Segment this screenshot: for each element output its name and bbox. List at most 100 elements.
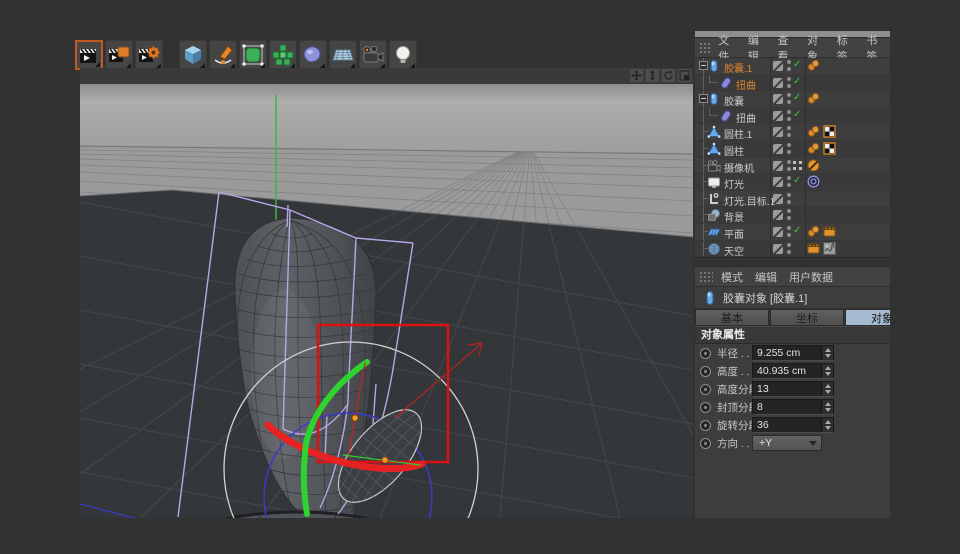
metaball-button[interactable]	[299, 40, 327, 70]
object-row-light[interactable]: 灯光 ✓	[695, 174, 890, 191]
object-row-bend1[interactable]: 扭曲 ✓	[695, 75, 890, 92]
layer-toggle-icon	[773, 144, 783, 154]
main-toolbar	[75, 38, 431, 71]
object-row-capsule1[interactable]: 胶囊.1 ✓	[695, 58, 890, 75]
phong-tag-icon[interactable]	[807, 142, 820, 155]
cap-segments-input[interactable]: 8	[752, 399, 834, 415]
object-row-bend[interactable]: 扭曲 ✓	[695, 108, 890, 125]
layer-toggle-icon	[773, 227, 783, 237]
subdivision-surface-button[interactable]	[239, 40, 267, 70]
radius-input[interactable]: 9.255 cm	[752, 345, 834, 361]
protection-tag-icon[interactable]	[807, 159, 820, 172]
object-row-cylinder[interactable]: 圆柱	[695, 141, 890, 158]
texture-tag-icon[interactable]	[823, 142, 836, 155]
object-properties-header[interactable]: 对象属性	[695, 326, 890, 344]
add-cube-button[interactable]	[179, 40, 207, 70]
tab-coordinates[interactable]: 坐标	[770, 309, 844, 326]
keyframe-circle-icon[interactable]	[700, 420, 711, 431]
height-segments-input[interactable]: 13	[752, 381, 834, 397]
tab-object[interactable]: 对象	[845, 309, 890, 326]
sky-backdrop	[80, 84, 693, 154]
render-view-icon	[78, 44, 100, 66]
camera-icon	[362, 44, 384, 66]
collapse-toggle[interactable]	[699, 61, 708, 70]
capsule-object-icon	[707, 59, 721, 73]
compositing-tag-icon[interactable]	[823, 225, 836, 238]
light-target-object-icon	[707, 192, 721, 206]
am-menu-mode[interactable]: 模式	[715, 269, 749, 285]
render-picture-viewer-icon	[108, 44, 130, 66]
panel-divider[interactable]	[695, 257, 890, 267]
rotation-segments-input[interactable]: 36	[752, 417, 834, 433]
keyframe-circle-icon[interactable]	[700, 348, 711, 359]
am-menu-userdata[interactable]: 用户数据	[783, 269, 839, 285]
object-row-light-target[interactable]: 灯光.目标.1	[695, 191, 890, 208]
field-orientation: 方向 . . . +Y	[695, 434, 890, 452]
render-settings-button[interactable]	[135, 40, 163, 70]
viewport-maximize-icon[interactable]	[678, 69, 691, 82]
stepper-arrows-icon[interactable]	[821, 382, 833, 396]
enabled-check-icon: ✓	[793, 92, 801, 103]
target-tag-icon[interactable]	[807, 175, 820, 188]
keyframe-circle-icon[interactable]	[700, 438, 711, 449]
layer-toggle-icon	[773, 94, 783, 104]
floor-button[interactable]	[329, 40, 357, 70]
cube-icon	[182, 44, 204, 66]
stepper-arrows-icon[interactable]	[821, 364, 833, 378]
phong-tag-icon[interactable]	[807, 225, 820, 238]
field-cap-segments: 封顶分段 8	[695, 398, 890, 416]
object-row-cylinder1[interactable]: 圆柱.1	[695, 124, 890, 141]
camera-button[interactable]	[359, 40, 387, 70]
array-generator-button[interactable]	[269, 40, 297, 70]
panel-grip-icon[interactable]	[699, 42, 710, 54]
compositing-tag-icon[interactable]	[807, 242, 820, 255]
background-object-icon	[707, 208, 721, 222]
keyframe-circle-icon[interactable]	[700, 384, 711, 395]
handle-dot-1[interactable]	[352, 415, 358, 421]
height-input[interactable]: 40.935 cm	[752, 363, 834, 379]
am-menu-edit[interactable]: 编辑	[749, 269, 783, 285]
viewport-pan-icon[interactable]	[630, 69, 643, 82]
tab-basic[interactable]: 基本	[695, 309, 769, 326]
keyframe-circle-icon[interactable]	[700, 366, 711, 377]
stepper-arrows-icon[interactable]	[821, 400, 833, 414]
enabled-check-icon: ✓	[793, 76, 801, 87]
layer-toggle-icon	[773, 127, 783, 137]
right-panel: 文件 编辑 查看 对象 标签 书签 胶囊.1 ✓ 扭曲	[695, 31, 890, 518]
orientation-dropdown[interactable]: +Y	[752, 435, 822, 451]
camera-object-icon	[707, 159, 721, 173]
viewport-canvas[interactable]	[80, 84, 693, 518]
object-row-camera[interactable]: 摄像机	[695, 158, 890, 175]
viewport-dolly-icon[interactable]	[646, 69, 659, 82]
sky-object-icon	[707, 242, 721, 256]
stepper-arrows-icon[interactable]	[821, 418, 833, 432]
keyframe-circle-icon[interactable]	[700, 402, 711, 413]
object-row-capsule[interactable]: 胶囊 ✓	[695, 91, 890, 108]
viewport-rotate-icon[interactable]	[662, 69, 675, 82]
phong-tag-icon[interactable]	[807, 125, 820, 138]
panel-grip-icon[interactable]	[699, 271, 713, 283]
layer-toggle-icon	[773, 210, 783, 220]
viewport-titlebar	[80, 68, 693, 84]
stepper-arrows-icon[interactable]	[821, 346, 833, 360]
phong-tag-icon[interactable]	[807, 92, 820, 105]
metaball-icon	[302, 44, 324, 66]
application-window: 文件 编辑 查看 对象 标签 书签 胶囊.1 ✓ 扭曲	[0, 0, 960, 554]
phong-tag-icon[interactable]	[807, 59, 820, 72]
object-row-sky[interactable]: 天空	[695, 241, 890, 258]
collapse-toggle[interactable]	[699, 94, 708, 103]
sky-texture-tag-icon[interactable]	[823, 242, 836, 255]
render-view-button[interactable]	[75, 40, 103, 70]
layer-toggle-icon	[773, 111, 783, 121]
capsule-object-icon	[703, 290, 717, 306]
light-button[interactable]	[389, 40, 417, 70]
render-to-picture-viewer-button[interactable]	[105, 40, 133, 70]
texture-tag-icon[interactable]	[823, 125, 836, 138]
attribute-manager-menubar: 模式 编辑 用户数据	[695, 267, 890, 287]
active-camera-toggle-icon	[793, 161, 802, 170]
object-row-plane[interactable]: 平面 ✓	[695, 224, 890, 241]
object-row-background[interactable]: 背景	[695, 207, 890, 224]
render-button-group	[75, 40, 163, 70]
pen-spline-button[interactable]	[209, 40, 237, 70]
handle-dot-2[interactable]	[382, 457, 388, 463]
